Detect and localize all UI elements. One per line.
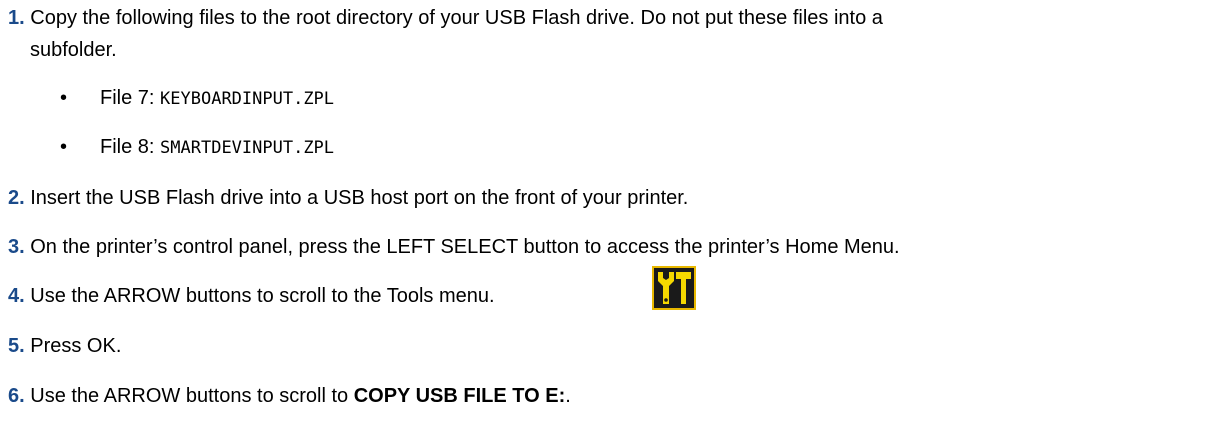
bullet: •	[60, 136, 68, 158]
step-number: 6.	[8, 385, 25, 407]
step-text: Use the ARROW buttons to scroll to	[30, 385, 354, 407]
step-number: 2.	[8, 187, 25, 209]
menu-option-name: COPY USB FILE TO E:	[353, 385, 566, 407]
step-1: 1. Copy the following files to the root …	[8, 6, 883, 30]
step-text: Press OK.	[30, 335, 122, 357]
step-2: 2. Insert the USB Flash drive into a USB…	[8, 186, 688, 210]
bullet: •	[60, 87, 68, 109]
step-number: 5.	[8, 335, 25, 357]
step-1-continuation: subfolder.	[30, 38, 117, 62]
file-label: File 7:	[100, 87, 161, 109]
step-number: 1.	[8, 7, 25, 29]
step-text: subfolder.	[30, 39, 117, 61]
step-4: 4. Use the ARROW buttons to scroll to th…	[8, 284, 495, 308]
file-name: SMARTDEVINPUT.ZPL	[160, 138, 335, 158]
step-text: Use the ARROW buttons to scroll to the T…	[30, 285, 495, 307]
step-text: On the printer’s control panel, press th…	[30, 236, 900, 258]
step-text: Insert the USB Flash drive into a USB ho…	[30, 187, 689, 209]
step-number: 4.	[8, 285, 25, 307]
step-text: Copy the following files to the root dir…	[30, 7, 883, 29]
instructions-page: { "steps": [ { "number": "1.", "line1": …	[0, 0, 1224, 434]
tools-icon	[652, 266, 696, 310]
file-name: KEYBOARDINPUT.ZPL	[160, 89, 335, 109]
step-number: 3.	[8, 236, 25, 258]
file-item: File 7: KEYBOARDINPUT.ZPL	[100, 86, 334, 111]
step-3: 3. On the printer’s control panel, press…	[8, 235, 900, 259]
step-6: 6. Use the ARROW buttons to scroll to CO…	[8, 384, 571, 408]
file-label: File 8:	[100, 136, 161, 158]
file-item: File 8: SMARTDEVINPUT.ZPL	[100, 135, 334, 160]
step-text-end: .	[565, 385, 571, 407]
step-5: 5. Press OK.	[8, 334, 121, 358]
